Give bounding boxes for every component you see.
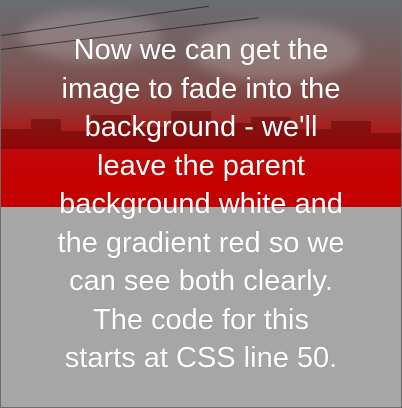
caption-line: the gradient red so we	[57, 226, 345, 259]
caption-line: background white and	[59, 188, 343, 220]
caption-line: background - we'll	[84, 111, 318, 143]
demo-frame: Now we can get the image to fade into th…	[0, 0, 402, 408]
caption-line: leave the parent	[97, 149, 305, 182]
caption-line: The code for this	[93, 303, 309, 336]
caption-text: Now we can get the image to fade into th…	[1, 31, 401, 378]
caption-line: image to fade into the	[61, 72, 341, 105]
caption-line: can see both clearly.	[69, 265, 333, 297]
caption-line: Now we can get the	[73, 34, 329, 66]
caption-line: starts at CSS line 50.	[64, 342, 338, 374]
